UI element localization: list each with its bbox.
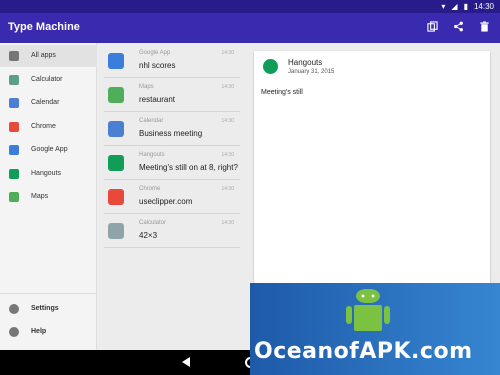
watermark-text: OceanofAPK.com (254, 339, 473, 364)
calendar-icon (108, 121, 124, 137)
hangouts-icon (9, 168, 19, 179)
sidebar-item-label: All apps (31, 52, 56, 59)
notification-app: Calculator (139, 220, 167, 226)
battery-icon: ▮ (463, 2, 468, 11)
sidebar-item-all-apps[interactable]: All apps (0, 45, 97, 67)
notification-time: 14:30 (221, 220, 234, 226)
hangouts-icon (108, 155, 124, 171)
sidebar-item-label: Chrome (31, 122, 56, 130)
calculator-icon (9, 74, 19, 85)
sidebar-item-label: Settings (31, 305, 59, 312)
notification-app: Calendar (139, 118, 164, 124)
notification-text: 42×3 (139, 231, 158, 240)
sidebar-item-label: Help (31, 328, 47, 335)
share-icon[interactable] (453, 21, 464, 32)
maps-icon (108, 87, 124, 103)
google-app-icon (108, 53, 124, 69)
signal-icon: ◢ (451, 2, 458, 11)
sidebar-item-maps[interactable]: Maps (0, 186, 97, 208)
sidebar-item-google-app[interactable]: Google App (0, 139, 97, 161)
notification-app: Hangouts (139, 152, 165, 158)
notification-app: Chrome (139, 186, 161, 192)
detail-body: Meeting's still (261, 89, 303, 96)
sidebar-item-help[interactable]: Help (0, 321, 97, 343)
status-time: 14:30 (473, 2, 494, 11)
sidebar-item-calendar[interactable]: Calendar (0, 92, 97, 114)
watermark: OceanofAPK.com (250, 283, 500, 375)
notification-app: Maps (139, 84, 154, 90)
hangouts-icon (263, 59, 278, 74)
notification-item[interactable]: Calendar 14:30 Business meeting (104, 113, 240, 146)
notification-time: 14:30 (221, 186, 234, 192)
notification-text: nhl scores (139, 61, 176, 70)
calculator-icon (108, 223, 124, 239)
notification-time: 14:30 (221, 152, 234, 158)
notification-app: Google App (139, 50, 171, 56)
detail-app-name: Hangouts (288, 58, 323, 67)
sidebar-bottom: Settings Help (0, 293, 97, 337)
notification-item[interactable]: Hangouts 14:30 Meeting's still on at 8, ri… (104, 147, 240, 180)
sidebar: All apps Calculator Calendar Chrome Google A… (0, 43, 97, 350)
notification-text: useclipper.com (139, 197, 193, 206)
app-actions (427, 21, 490, 32)
status-bar: ▾ ◢ ▮ 14:30 (0, 0, 500, 13)
android-robot-icon (346, 289, 390, 331)
detail-date: January 31, 2015 (288, 69, 335, 75)
maps-icon (9, 192, 19, 202)
google-app-icon (9, 145, 19, 155)
sidebar-item-label: Calendar (31, 99, 60, 106)
delete-icon[interactable] (479, 21, 490, 32)
back-icon[interactable] (182, 357, 190, 367)
notification-text: restaurant (139, 95, 176, 104)
notification-time: 14:30 (221, 118, 234, 124)
sidebar-item-label: Maps (31, 193, 49, 200)
grid-icon (9, 51, 19, 61)
notification-item[interactable]: Calculator 14:30 42×3 (104, 215, 240, 248)
chrome-icon (9, 121, 19, 132)
copy-icon[interactable] (427, 21, 438, 32)
settings-icon (9, 304, 19, 314)
notification-item[interactable]: Maps 14:30 restaurant (104, 79, 240, 112)
chrome-icon (108, 189, 124, 205)
detail-card: Hangouts January 31, 2015 Meeting's stil… (254, 51, 490, 299)
app-title: Type Machine (8, 21, 80, 33)
notification-item[interactable]: Google App 14:30 nhl scores (104, 45, 240, 78)
status-icons: ▾ ◢ ▮ 14:30 (441, 2, 494, 11)
sidebar-item-chrome[interactable]: Chrome (0, 116, 97, 138)
calendar-icon (9, 98, 19, 108)
notification-time: 14:30 (221, 84, 234, 90)
help-icon (9, 327, 19, 337)
sidebar-item-calculator[interactable]: Calculator (0, 69, 97, 91)
app-bar: Type Machine (0, 13, 500, 43)
sidebar-item-label: Hangouts (31, 169, 61, 177)
notification-time: 14:30 (221, 50, 234, 56)
notification-item[interactable]: Chrome 14:30 useclipper.com (104, 181, 240, 214)
wifi-icon: ▾ (441, 2, 446, 11)
notification-text: Meeting's still on at 8, right? (139, 163, 238, 172)
sidebar-item-label: Calculator (31, 75, 63, 83)
sidebar-item-hangouts[interactable]: Hangouts (0, 163, 97, 185)
sidebar-item-settings[interactable]: Settings (0, 298, 97, 320)
notification-text: Business meeting (139, 129, 203, 138)
sidebar-item-label: Google App (31, 146, 68, 153)
notification-list: Google App 14:30 nhl scores Maps 14:30 restau… (98, 43, 245, 350)
